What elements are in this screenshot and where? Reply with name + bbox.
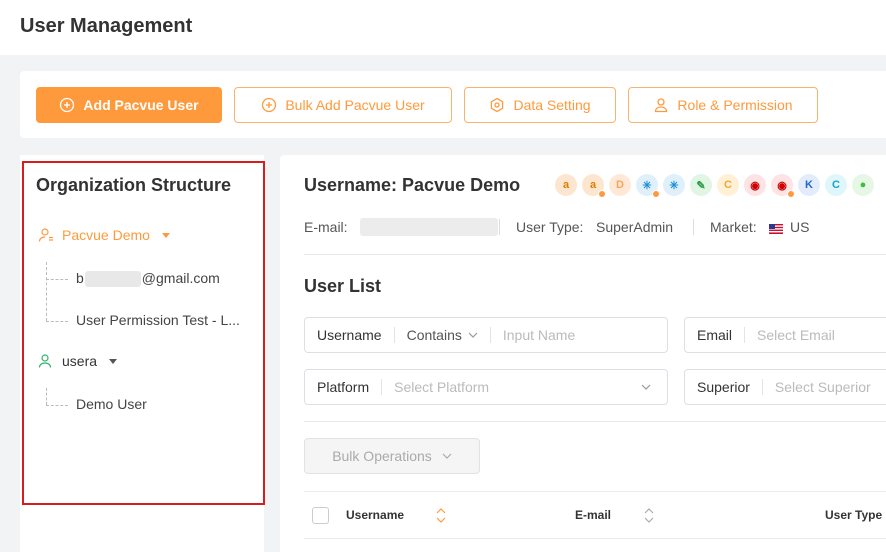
chevron-down-icon xyxy=(641,384,651,390)
tree-line xyxy=(46,388,47,405)
user-type-value: SuperAdmin xyxy=(596,219,674,235)
divider xyxy=(304,254,886,255)
plus-circle-icon xyxy=(60,97,75,113)
username-title: Username: Pacvue Demo xyxy=(304,175,521,195)
badge-dot-icon xyxy=(787,190,795,198)
bulk-add-label: Bulk Add Pacvue User xyxy=(285,97,425,113)
data-setting-label: Data Setting xyxy=(513,97,591,113)
divider xyxy=(499,219,500,235)
select-all-checkbox[interactable] xyxy=(312,507,329,524)
instacart-icon: ✎ xyxy=(690,174,712,196)
email-filter[interactable]: Email Select Email xyxy=(684,317,886,353)
highlight-box xyxy=(22,161,265,505)
walmart-icon: ✳ xyxy=(663,174,685,196)
kroger-icon: K xyxy=(798,174,820,196)
market-label: Market: xyxy=(710,219,757,235)
column-header-email[interactable]: E-mail xyxy=(575,508,611,522)
caret-down-icon xyxy=(109,358,118,364)
add-pacvue-user-button[interactable]: Add Pacvue User xyxy=(36,87,222,123)
page-title: User Management xyxy=(20,15,193,37)
amazon-sub-icon: a xyxy=(582,174,606,198)
email-domain: @gmail.com xyxy=(141,270,220,286)
walmart-sub-icon: ✳ xyxy=(636,174,660,198)
bulk-operations-label: Bulk Operations xyxy=(332,448,432,464)
column-header-user-type[interactable]: User Type xyxy=(825,508,882,522)
bulk-add-pacvue-user-button[interactable]: Bulk Add Pacvue User xyxy=(234,87,452,123)
sort-icon[interactable] xyxy=(644,504,654,526)
user-list-title: User List xyxy=(304,276,382,296)
citrus-icon: C xyxy=(825,174,847,196)
org-leaf-demo-user[interactable]: Demo User xyxy=(76,396,147,412)
tree-line xyxy=(46,279,68,280)
data-setting-button[interactable]: Data Setting xyxy=(464,87,616,123)
gear-icon xyxy=(491,97,504,113)
divider xyxy=(304,421,886,422)
platform-filter[interactable]: Platform Select Platform xyxy=(304,369,668,405)
redacted-text xyxy=(84,271,141,288)
toolbar: Add Pacvue User Bulk Add Pacvue User Dat… xyxy=(20,71,886,138)
org-leaf-gmail-user[interactable]: b @gmail.com xyxy=(76,270,220,288)
username-input[interactable]: Input Name xyxy=(491,327,575,343)
username-filter[interactable]: Username Contains Input Name xyxy=(304,317,668,353)
match-mode-select[interactable]: Contains xyxy=(395,327,491,343)
user-type-label: User Type: xyxy=(516,219,584,235)
platform-select[interactable]: Select Platform xyxy=(382,379,641,395)
tree-line xyxy=(46,262,47,321)
superior-filter[interactable]: Superior Select Superior xyxy=(684,369,886,405)
redacted-email xyxy=(360,218,498,236)
divider xyxy=(693,219,694,235)
column-header-username[interactable]: Username xyxy=(346,508,404,522)
email-prefix: b xyxy=(76,270,84,286)
role-permission-button[interactable]: Role & Permission xyxy=(628,87,818,123)
criteo-icon: C xyxy=(717,174,739,196)
email-label: E-mail: xyxy=(304,219,348,235)
badge-dot-icon xyxy=(652,190,660,198)
amazon-icon: a xyxy=(555,174,577,196)
match-mode-value: Contains xyxy=(406,327,462,343)
platform-logos: a a D ✳ ✳ ✎ C ◉ ◉ K C ● xyxy=(555,174,874,198)
chevron-down-icon xyxy=(468,332,478,338)
organization-structure-title: Organization Structure xyxy=(36,175,232,195)
org-leaf-permission-test[interactable]: User Permission Test - L... xyxy=(76,312,240,328)
user-icon xyxy=(655,98,668,113)
email-select[interactable]: Select Email xyxy=(745,327,835,343)
target-sub-icon: ◉ xyxy=(771,174,795,198)
tree-line xyxy=(46,405,68,406)
add-pacvue-user-label: Add Pacvue User xyxy=(83,97,199,113)
email-filter-label: Email xyxy=(685,327,746,343)
user-icon xyxy=(38,354,52,368)
caret-down-icon xyxy=(161,232,170,238)
doordash-icon: D xyxy=(609,174,631,196)
market-value: US xyxy=(790,219,810,235)
username-filter-label: Username xyxy=(305,327,395,343)
org-node-pacvue-demo[interactable]: Pacvue Demo xyxy=(38,227,170,243)
target-icon: ◉ xyxy=(744,174,766,196)
org-node-label: usera xyxy=(62,353,98,369)
green-dot-icon: ● xyxy=(852,174,874,196)
page-header: User Management xyxy=(0,0,886,55)
org-node-label: Pacvue Demo xyxy=(62,227,150,243)
superior-select[interactable]: Select Superior xyxy=(763,379,871,395)
role-permission-label: Role & Permission xyxy=(677,97,793,113)
chevron-down-icon xyxy=(442,453,452,459)
sort-icon[interactable] xyxy=(436,504,446,526)
bulk-operations-button[interactable]: Bulk Operations xyxy=(304,438,480,474)
platform-filter-label: Platform xyxy=(305,379,383,395)
tree-line xyxy=(46,321,68,322)
org-node-usera[interactable]: usera xyxy=(38,353,118,369)
badge-dot-icon xyxy=(598,190,606,198)
us-flag-icon xyxy=(769,221,783,237)
plus-circle-icon xyxy=(262,97,277,113)
user-group-icon xyxy=(38,228,53,242)
superior-filter-label: Superior xyxy=(685,379,763,395)
user-table-header: Username E-mail User Type xyxy=(304,491,886,539)
